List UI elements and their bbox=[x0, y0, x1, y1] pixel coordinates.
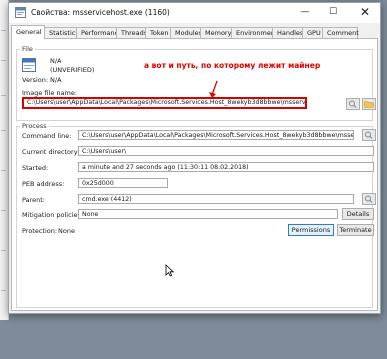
annotation-text: а вот и путь, по которому лежит майнер bbox=[144, 61, 321, 70]
details-button[interactable]: Details bbox=[342, 208, 374, 220]
current-directory-label: Current directory: bbox=[22, 148, 80, 156]
command-line-field[interactable]: C:\Users\user\AppData\Local\Packages\Mic… bbox=[78, 130, 354, 140]
file-name: N/A bbox=[50, 57, 62, 65]
tab-memory[interactable]: Memory bbox=[200, 27, 232, 38]
peb-address-field[interactable]: 0x25d000 bbox=[78, 178, 168, 188]
tab-statistics[interactable]: Statistics bbox=[44, 27, 79, 38]
mitigation-policies-label: Mitigation policies: bbox=[22, 211, 84, 219]
command-line-label: Command line: bbox=[22, 132, 72, 140]
version-label: Version: bbox=[22, 76, 49, 84]
app-icon bbox=[15, 7, 26, 18]
tab-strip: General Statistics Performance Threads T… bbox=[11, 25, 378, 39]
mitigation-policies-field[interactable]: None bbox=[78, 209, 338, 219]
process-icon bbox=[22, 58, 36, 72]
started-field[interactable]: a minute and 27 seconds ago (11:30:11 08… bbox=[78, 162, 374, 172]
verification-status: (UNVERIFIED) bbox=[50, 66, 95, 74]
process-group-label: Process bbox=[20, 122, 49, 130]
window-title: Свойства: msservicehost.exe (1160) bbox=[31, 8, 170, 17]
image-file-path-field[interactable]: C:\Users\user\AppData\Local\Packages\Mic… bbox=[22, 97, 307, 109]
magnifier-icon bbox=[349, 100, 357, 108]
peb-address-label: PEB address: bbox=[22, 180, 65, 188]
tab-general[interactable]: General bbox=[11, 25, 45, 39]
file-group: File bbox=[16, 45, 373, 121]
inspect-parent-button[interactable] bbox=[362, 193, 376, 205]
parent-field[interactable]: cmd.exe (4412) bbox=[78, 194, 354, 204]
tab-comment[interactable]: Comment bbox=[322, 27, 359, 38]
properties-dialog: Свойства: msservicehost.exe (1160) — ☐ ✕… bbox=[8, 2, 381, 314]
tab-handles[interactable]: Handles bbox=[272, 27, 303, 38]
inspect-command-button[interactable] bbox=[362, 129, 376, 141]
tab-performance[interactable]: Performance bbox=[76, 27, 122, 38]
tab-modules[interactable]: Modules bbox=[170, 27, 202, 38]
current-directory-field[interactable]: C:\Users\user\ bbox=[78, 146, 374, 156]
tab-content-general: File N/A (UNVERIFIED) Version: N/A Image… bbox=[11, 38, 378, 311]
tab-gpu[interactable]: GPU bbox=[302, 27, 323, 38]
image-file-name-label: Image file name: bbox=[22, 89, 78, 97]
parent-label: Parent: bbox=[22, 196, 45, 204]
inspect-file-button[interactable] bbox=[346, 98, 360, 110]
permissions-button[interactable]: Permissions bbox=[288, 224, 334, 236]
title-bar[interactable]: Свойства: msservicehost.exe (1160) — ☐ ✕ bbox=[9, 3, 380, 23]
maximize-button[interactable]: ☐ bbox=[320, 3, 346, 23]
tab-threads[interactable]: Threads bbox=[116, 27, 147, 38]
magnifier-icon bbox=[365, 195, 373, 203]
protection-value: None bbox=[58, 227, 75, 235]
started-label: Started: bbox=[22, 164, 49, 172]
protection-label: Protection: bbox=[22, 227, 58, 235]
open-folder-button[interactable] bbox=[362, 98, 376, 110]
tab-environment[interactable]: Environment bbox=[231, 27, 278, 38]
folder-icon bbox=[364, 101, 374, 108]
close-button[interactable]: ✕ bbox=[352, 3, 378, 23]
minimize-button[interactable]: — bbox=[292, 3, 318, 23]
terminate-button[interactable]: Terminate bbox=[337, 224, 374, 236]
version-value: N/A bbox=[50, 76, 62, 84]
magnifier-icon bbox=[365, 131, 373, 139]
mouse-cursor-icon bbox=[165, 264, 174, 277]
file-group-label: File bbox=[20, 45, 35, 53]
tab-token[interactable]: Token bbox=[145, 27, 171, 38]
